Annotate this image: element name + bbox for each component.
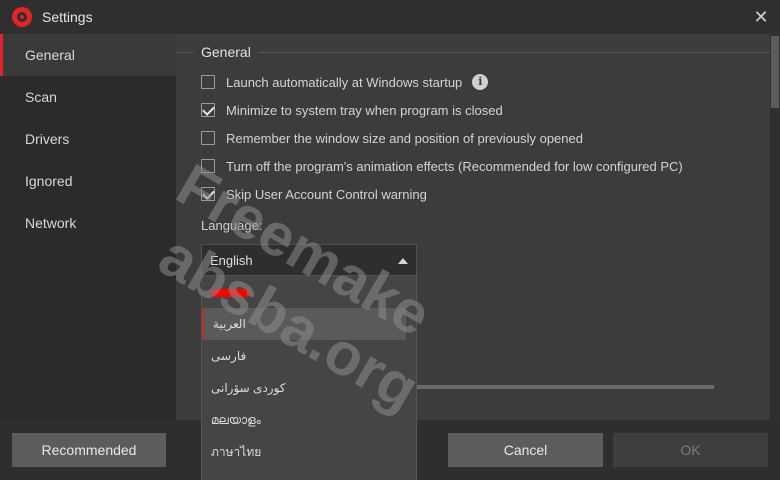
sidebar-item-ignored[interactable]: Ignored — [0, 160, 176, 202]
sidebar-item-general[interactable]: General — [0, 34, 176, 76]
slider-track[interactable] — [404, 385, 714, 389]
sidebar-item-scan[interactable]: Scan — [0, 76, 176, 118]
language-option-arabic[interactable]: العربية — [202, 308, 406, 340]
section-divider — [258, 52, 770, 53]
recommended-button[interactable]: Recommended — [12, 433, 166, 467]
option-animation-off[interactable]: Turn off the program's animation effects… — [201, 157, 683, 175]
redaction-mark — [211, 288, 249, 297]
remember-window-checkbox[interactable] — [201, 131, 215, 145]
cancel-button[interactable]: Cancel — [448, 433, 603, 467]
option-skip-uac[interactable]: Skip User Account Control warning — [201, 185, 427, 203]
minimize-tray-checkbox[interactable] — [201, 103, 215, 117]
language-select[interactable]: English — [201, 244, 417, 276]
launch-startup-checkbox[interactable] — [201, 75, 215, 89]
language-option-malayalam[interactable]: മലയാളം — [202, 404, 416, 436]
option-launch-startup[interactable]: Launch automatically at Windows startup … — [201, 73, 489, 91]
info-icon[interactable]: i — [472, 74, 489, 90]
option-label: Remember the window size and position of… — [226, 130, 583, 146]
section-title: General — [201, 44, 251, 60]
app-logo-icon — [12, 7, 32, 27]
language-selected-value: English — [210, 253, 253, 268]
scrollbar-thumb[interactable] — [771, 36, 779, 108]
language-option-redacted[interactable] — [202, 276, 416, 308]
option-remember-window[interactable]: Remember the window size and position of… — [201, 129, 583, 147]
close-icon[interactable]: ✕ — [748, 4, 774, 30]
language-label: Language: — [201, 218, 263, 233]
language-dropdown-list: العربية فارسی کوردی سۆرانی മലയാളം ภาษาไท… — [201, 276, 417, 480]
title-bar: Settings ✕ — [0, 0, 780, 34]
language-option-thai[interactable]: ภาษาไทย — [202, 436, 416, 468]
sidebar-item-drivers[interactable]: Drivers — [0, 118, 176, 160]
option-label: Minimize to system tray when program is … — [226, 102, 503, 118]
chevron-up-icon — [398, 258, 408, 264]
sidebar: General Scan Drivers Ignored Network — [0, 34, 176, 420]
section-divider — [176, 52, 194, 53]
vertical-scrollbar[interactable] — [770, 34, 780, 420]
option-label: Skip User Account Control warning — [226, 186, 427, 202]
option-label: Launch automatically at Windows startup — [226, 74, 463, 90]
ok-button[interactable]: OK — [613, 433, 768, 467]
option-minimize-tray[interactable]: Minimize to system tray when program is … — [201, 101, 503, 119]
option-label: Turn off the program's animation effects… — [226, 158, 683, 174]
sidebar-item-network[interactable]: Network — [0, 202, 176, 244]
window-title: Settings — [42, 9, 93, 25]
language-option-persian[interactable]: فارسی — [202, 340, 416, 372]
language-option-kurdish[interactable]: کوردی سۆرانی — [202, 372, 416, 404]
animation-off-checkbox[interactable] — [201, 159, 215, 173]
skip-uac-checkbox[interactable] — [201, 187, 215, 201]
